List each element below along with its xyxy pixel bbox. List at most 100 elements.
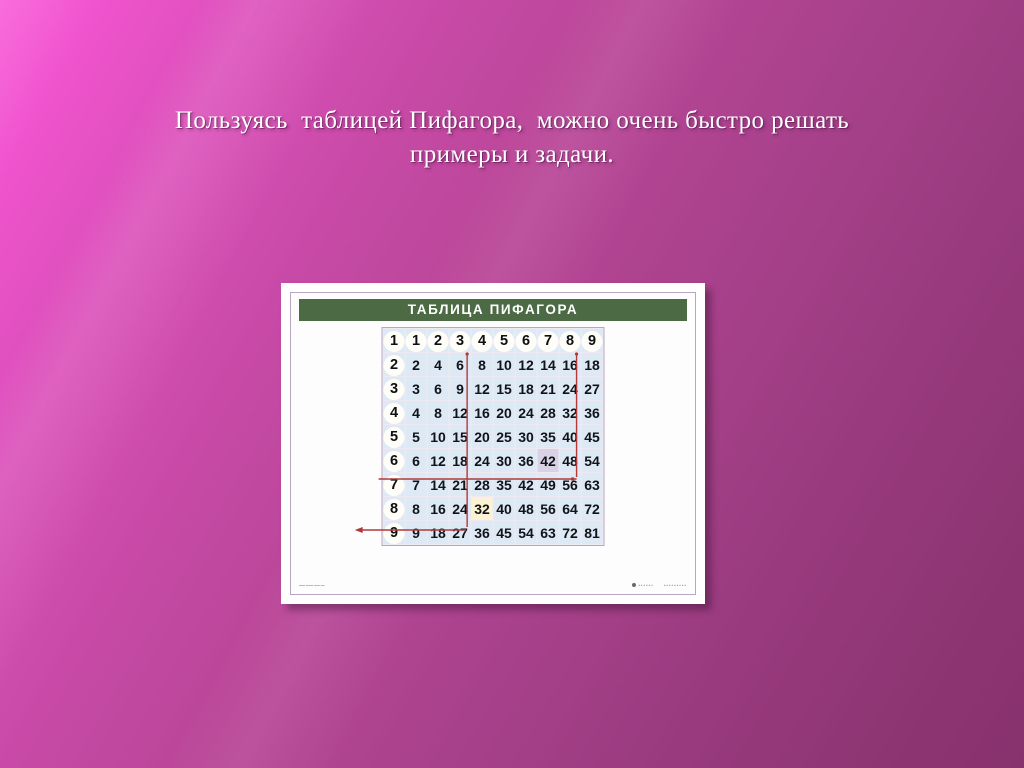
table-row: 7 7 14 21 28 35 42 49 56 63 <box>383 473 603 496</box>
column-header-cell: 4 <box>471 329 493 352</box>
row-label-circle: 1 <box>383 330 405 352</box>
answer-cell: 32 <box>471 497 493 520</box>
row-label-circle: 4 <box>383 402 405 424</box>
row-label-cell: 3 <box>383 377 405 400</box>
table-cell: 7 <box>405 473 427 496</box>
column-header-cell: 9 <box>581 329 603 352</box>
table-cell: 56 <box>537 497 559 520</box>
table-cell: 18 <box>515 377 537 400</box>
poster-title-banner: ТАБЛИЦА ПИФАГОРА <box>299 299 687 321</box>
row-label-circle: 3 <box>383 378 405 400</box>
table-cell: 18 <box>427 521 449 544</box>
table-cell: 12 <box>515 353 537 376</box>
table-cell: 49 <box>537 473 559 496</box>
poster-inner-frame: ТАБЛИЦА ПИФАГОРА 1 1 2 3 4 5 6 7 8 9 2 2 4 6 8 10 12 14 16… <box>290 292 696 595</box>
table-cell: 6 <box>405 449 427 472</box>
table-cell: 15 <box>493 377 515 400</box>
table-cell: 3 <box>405 377 427 400</box>
column-header-cell: 3 <box>449 329 471 352</box>
table-cell: 21 <box>449 473 471 496</box>
multiplication-table: 1 1 2 3 4 5 6 7 8 9 2 2 4 6 8 10 12 14 16 18 3 3 6 9 12 15 18 21 24 2… <box>381 327 605 546</box>
footer-publisher-label: ••••••••• <box>663 583 687 588</box>
table-row: 1123456789 <box>383 329 603 352</box>
slide: Пользуясь таблицей Пифагора, можно очень… <box>0 0 1024 768</box>
table-cell: 2 <box>405 353 427 376</box>
table-cell: 45 <box>581 425 603 448</box>
row-label-circle: 6 <box>383 450 405 472</box>
table-cell: 16 <box>471 401 493 424</box>
poster-footer: •••••• ••••••• •••••• •••• •••••• ••••••… <box>299 580 687 591</box>
table-row: 4 4 8 12 16 20 24 28 32 36 <box>383 401 603 424</box>
table-cell: 35 <box>537 425 559 448</box>
table-cell: 54 <box>515 521 537 544</box>
row-label-cell: 8 <box>383 497 405 520</box>
table-cell: 9 <box>405 521 427 544</box>
table-cell: 81 <box>581 521 603 544</box>
table-cell: 12 <box>449 401 471 424</box>
title-line-2: примеры и задачи. <box>409 141 615 168</box>
table-cell: 72 <box>581 497 603 520</box>
row-label-cell: 1 <box>383 329 405 352</box>
table-row: 3 3 6 9 12 15 18 21 24 27 <box>383 377 603 400</box>
table-cell: 28 <box>471 473 493 496</box>
title-line-1: Пользуясь таблицей Пифагора, можно очень… <box>174 107 850 134</box>
table-row: 9 9 18 27 36 45 54 63 72 81 <box>383 521 603 544</box>
table-cell: 30 <box>493 449 515 472</box>
column-header-cell: 1 <box>405 329 427 352</box>
column-header-cell: 6 <box>515 329 537 352</box>
table-cell: 45 <box>493 521 515 544</box>
column-header-circle: 6 <box>515 330 537 352</box>
column-header-circle: 9 <box>581 330 603 352</box>
table-cell: 40 <box>493 497 515 520</box>
table-cell: 20 <box>471 425 493 448</box>
row-label-circle: 5 <box>383 426 405 448</box>
table-cell: 14 <box>537 353 559 376</box>
table-cell: 32 <box>559 401 581 424</box>
table-cell: 15 <box>449 425 471 448</box>
guide-arrowhead-row-8 <box>354 527 363 533</box>
table-cell: 42 <box>515 473 537 496</box>
row-label-circle: 9 <box>383 522 405 544</box>
table-cell: 16 <box>427 497 449 520</box>
diamond-icon <box>632 583 637 587</box>
table-cell: 64 <box>559 497 581 520</box>
table-cell: 24 <box>515 401 537 424</box>
table-cell: 9 <box>449 377 471 400</box>
table-cell: 27 <box>581 377 603 400</box>
column-header-cell: 2 <box>427 329 449 352</box>
table-cell: 16 <box>559 353 581 376</box>
column-header-circle: 4 <box>471 330 493 352</box>
table-cell: 24 <box>471 449 493 472</box>
row-label-circle: 8 <box>383 498 405 520</box>
table-cell: 36 <box>581 401 603 424</box>
footer-brand-mark: •••••• <box>632 583 653 588</box>
answer-cell: 42 <box>537 449 559 472</box>
table-cell: 14 <box>427 473 449 496</box>
column-header-cell: 7 <box>537 329 559 352</box>
multiplication-grid-area: 1 1 2 3 4 5 6 7 8 9 2 2 4 6 8 10 12 14 16 18 3 3 6 9 12 15 18 21 24 2… <box>299 327 687 563</box>
row-label-cell: 2 <box>383 353 405 376</box>
table-cell: 20 <box>493 401 515 424</box>
table-cell: 40 <box>559 425 581 448</box>
column-header-circle: 5 <box>493 330 515 352</box>
row-label-cell: 9 <box>383 521 405 544</box>
table-cell: 6 <box>449 353 471 376</box>
row-label-circle: 7 <box>383 474 405 496</box>
table-cell: 6 <box>427 377 449 400</box>
table-row: 5 5 10 15 20 25 30 35 40 45 <box>383 425 603 448</box>
row-label-cell: 7 <box>383 473 405 496</box>
row-label-cell: 6 <box>383 449 405 472</box>
row-label-cell: 4 <box>383 401 405 424</box>
footer-fine-print-right: •••••• ••••••••• <box>632 583 687 588</box>
footer-fine-print-left: •••••• ••••••• •••••• •••• <box>299 583 325 588</box>
table-cell: 24 <box>559 377 581 400</box>
table-cell: 12 <box>471 377 493 400</box>
table-cell: 4 <box>427 353 449 376</box>
column-header-cell: 8 <box>559 329 581 352</box>
footer-brand-label: •••••• <box>638 583 654 588</box>
table-cell: 28 <box>537 401 559 424</box>
table-cell: 8 <box>405 497 427 520</box>
table-cell: 48 <box>515 497 537 520</box>
column-header-cell: 5 <box>493 329 515 352</box>
table-cell: 25 <box>493 425 515 448</box>
